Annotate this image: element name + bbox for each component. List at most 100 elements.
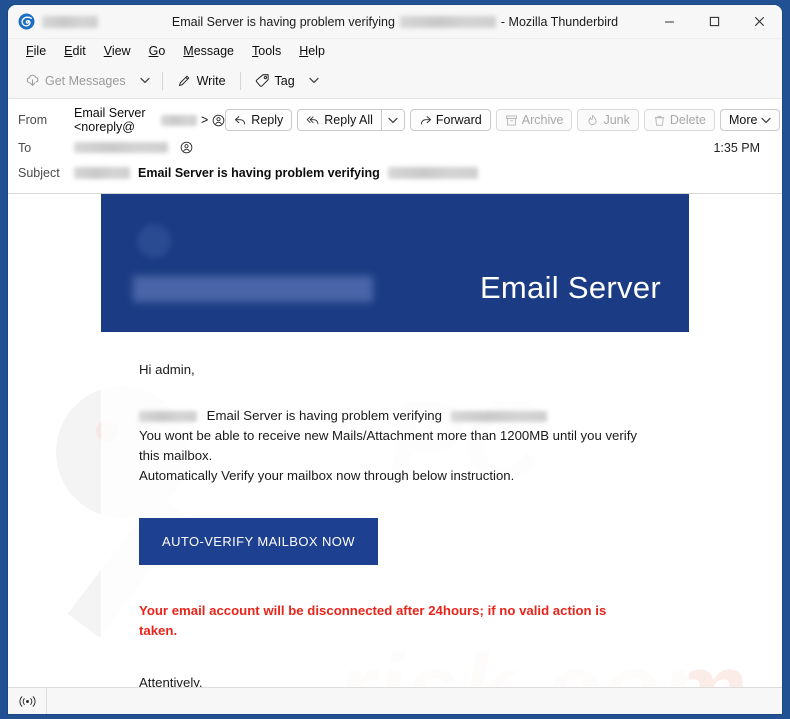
main-toolbar: Get Messages Write Tag (8, 63, 782, 99)
reply-label: Reply (251, 113, 284, 127)
reply-all-icon (307, 115, 319, 124)
delete-button[interactable]: Delete (643, 109, 715, 131)
reply-button[interactable]: Reply (225, 109, 293, 131)
message-time: 1:35 PM (713, 140, 760, 155)
subject-text: Email Server is having problem verifying (138, 165, 380, 180)
get-messages-dropdown[interactable] (135, 74, 155, 87)
menu-edit[interactable]: Edit (56, 42, 94, 60)
reply-all-dropdown[interactable] (380, 109, 405, 131)
menu-go[interactable]: Go (141, 42, 174, 60)
forward-label: Forward (435, 113, 482, 127)
banner-domain-redaction (133, 276, 373, 302)
broadcast-online-icon (19, 695, 35, 707)
get-messages-label: Get Messages (45, 73, 126, 88)
forward-icon (420, 115, 431, 125)
close-icon (754, 16, 765, 27)
maximize-button[interactable] (692, 5, 737, 38)
chevron-down-icon (309, 77, 319, 84)
subject-value: Email Server is having problem verifying (74, 166, 478, 180)
forward-button[interactable]: Forward (409, 109, 491, 131)
email-para-line-2: You wont be able to receive new Mails/At… (139, 428, 637, 463)
title-account-redaction (42, 15, 98, 28)
tag-label: Tag (274, 73, 295, 88)
message-header: From Email Server <noreply@ > Reply Repl… (8, 99, 782, 194)
window-title-subject: Email Server is having problem verifying (171, 14, 395, 29)
tag-dropdown[interactable] (304, 74, 324, 87)
auto-verify-mailbox-button[interactable]: AUTO-VERIFY MAILBOX NOW (139, 518, 378, 565)
junk-button[interactable]: Junk (577, 109, 639, 131)
junk-label: Junk (603, 113, 630, 127)
archive-button[interactable]: Archive (495, 109, 573, 131)
cloud-download-icon (26, 74, 39, 86)
minimize-icon (665, 21, 674, 23)
tag-icon (255, 74, 269, 87)
email-warning-text: Your email account will be disconnected … (139, 603, 607, 638)
from-address-prefix: Email Server <noreply@ (74, 106, 146, 134)
write-button[interactable]: Write (170, 70, 233, 91)
window-title-app: - Mozilla Thunderbird (500, 14, 619, 29)
to-label: To (18, 140, 32, 155)
junk-flame-icon (588, 114, 597, 125)
email-para-line-1-text: Email Server is having problem verifying (206, 408, 442, 423)
message-body-pane: PC risk.com Email Server Hi admin, Email… (8, 194, 782, 687)
minimize-button[interactable] (647, 5, 692, 38)
from-label: From (18, 113, 48, 127)
write-label: Write (196, 73, 226, 88)
email-paragraph: Email Server is having problem verifying… (139, 406, 655, 486)
reply-all-button[interactable]: Reply All (297, 109, 381, 131)
chevron-down-icon (388, 117, 398, 123)
menu-view[interactable]: View (96, 42, 139, 60)
email-para-line-3: Automatically Verify your mailbox now th… (139, 468, 515, 483)
to-value (74, 141, 193, 154)
menu-file[interactable]: File (18, 42, 54, 60)
thunderbird-window: Email Server is having problem verifying… (8, 5, 782, 714)
banner-title: Email Server (479, 270, 661, 305)
to-row: To 1:35 PM (8, 135, 782, 160)
delete-label: Delete (669, 113, 706, 127)
maximize-icon (709, 16, 720, 27)
subject-prefix-redaction (74, 166, 130, 179)
reply-all-label: Reply All (324, 113, 373, 127)
chevron-down-icon (761, 117, 772, 123)
archive-label: Archive (521, 113, 564, 127)
email-inner: Hi admin, Email Server is having problem… (101, 332, 689, 687)
archive-box-icon (505, 115, 517, 125)
subject-row: Subject Email Server is having problem v… (8, 160, 782, 185)
contact-card-icon[interactable] (180, 141, 193, 154)
from-address-suffix: > (200, 113, 209, 127)
email-content: Email Server Hi admin, Email Server is h… (101, 194, 689, 687)
message-action-bar: Reply Reply All Forward Archive Junk Del… (225, 109, 782, 131)
reply-all-group: Reply All (297, 109, 405, 131)
email-sign-off: Attentively, (139, 675, 203, 687)
email-banner: Email Server (101, 194, 689, 332)
toolbar-separator-1 (161, 71, 163, 90)
online-status-button[interactable] (8, 688, 47, 714)
window-title: Email Server is having problem verifying… (172, 15, 618, 29)
to-address-redaction (74, 142, 168, 153)
contact-card-icon[interactable] (212, 114, 225, 127)
more-button[interactable]: More (719, 109, 781, 131)
email-greeting: Hi admin, (139, 362, 195, 377)
menu-tools[interactable]: Tools (244, 42, 289, 60)
tag-button[interactable]: Tag (248, 70, 302, 91)
close-button[interactable] (737, 5, 782, 38)
window-title-redaction (399, 15, 496, 28)
subject-suffix-redaction (387, 166, 478, 179)
banner-logo-dot (137, 224, 171, 258)
menu-help[interactable]: Help (291, 42, 333, 60)
pencil-icon (178, 75, 189, 87)
from-value: Email Server <noreply@ > (74, 106, 225, 134)
from-domain-redaction (161, 114, 197, 126)
get-messages-button[interactable]: Get Messages (18, 70, 133, 91)
menu-message[interactable]: Message (175, 42, 242, 60)
title-bar: Email Server is having problem verifying… (8, 5, 782, 39)
window-controls (647, 5, 782, 38)
toolbar-separator-2 (239, 71, 241, 90)
para-suffix-redaction (450, 411, 547, 423)
thunderbird-logo-icon (18, 13, 35, 30)
para-prefix-redaction (139, 411, 197, 423)
subject-label: Subject (18, 165, 60, 180)
from-row: From Email Server <noreply@ > Reply Repl… (8, 105, 782, 135)
more-label: More (728, 113, 758, 127)
chevron-down-icon (139, 77, 150, 84)
